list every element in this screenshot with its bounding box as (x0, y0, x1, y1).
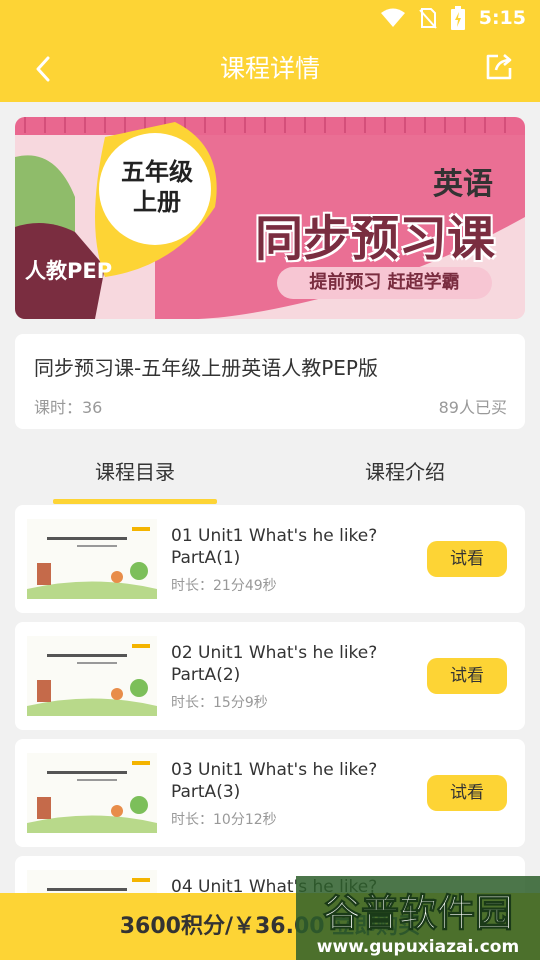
grade-line-2: 上册 (133, 188, 181, 216)
tab-indicator (53, 499, 217, 504)
share-icon (486, 54, 512, 80)
lesson-duration: 时长：10分12秒 (171, 812, 277, 828)
preview-button[interactable]: 试看 (427, 541, 507, 577)
lesson-duration: 时长：15分9秒 (171, 695, 268, 711)
tab-catalog-label: 课程目录 (95, 460, 175, 484)
status-time: 5:15 (478, 7, 526, 29)
app-bar: 课程详情 (0, 36, 540, 102)
svg-text:www.gupuxiazai.com: www.gupuxiazai.com (317, 937, 519, 957)
status-bar: 5:15 (0, 0, 540, 36)
lesson-item[interactable]: 01 Unit1 What's he like? PartA(1) 时长：21分… (15, 505, 525, 613)
edition-label: 人教PEP (25, 259, 113, 283)
wifi-icon (380, 8, 405, 27)
lesson-duration: 时长：21分49秒 (171, 578, 277, 594)
watermark-logo: 谷普软件园 www.gupuxiazai.com (296, 876, 540, 960)
tab-intro[interactable]: 课程介绍 (305, 440, 505, 504)
tab-intro-label: 课程介绍 (365, 460, 445, 484)
lesson-thumbnail (27, 636, 157, 716)
lesson-thumbnail (27, 519, 157, 599)
course-info-card: 同步预习课-五年级上册英语人教PEP版 课时：36 89人已买 (15, 334, 525, 429)
lesson-thumbnail (27, 753, 157, 833)
grade-line-1: 五年级 (121, 158, 193, 186)
preview-button[interactable]: 试看 (427, 658, 507, 694)
lesson-item[interactable]: 03 Unit1 What's he like? PartA(3) 时长：10分… (15, 739, 525, 847)
banner-main-title: 同步预习课 (254, 211, 495, 267)
battery-charging-icon (450, 6, 465, 30)
course-banner: 五年级 上册 人教PEP 英语 同步预习课 提前预习 赶超学霸 (15, 117, 525, 319)
grade-badge: 五年级 上册 (107, 157, 207, 217)
course-title: 同步预习课-五年级上册英语人教PEP版 (34, 356, 378, 380)
lesson-count: 课时：36 (34, 398, 103, 417)
lesson-title: 01 Unit1 What's he like? PartA(1) (171, 526, 378, 568)
preview-button[interactable]: 试看 (427, 775, 507, 811)
no-sim-icon (418, 8, 437, 29)
site-watermark: 谷普软件园 www.gupuxiazai.com (296, 876, 540, 960)
lesson-title: 02 Unit1 What's he like? PartA(2) (171, 643, 378, 685)
page-title: 课程详情 (219, 54, 320, 83)
banner-slogan: 提前预习 赶超学霸 (277, 267, 492, 299)
lesson-item[interactable]: 02 Unit1 What's he like? PartA(2) 时长：15分… (15, 622, 525, 730)
svg-text:谷普软件园: 谷普软件园 (323, 891, 513, 935)
buyer-count: 89人已买 (438, 398, 507, 417)
subject-label: 英语 (433, 167, 493, 202)
share-button[interactable] (484, 52, 518, 86)
lesson-title: 03 Unit1 What's he like? PartA(3) (171, 760, 378, 802)
tab-bar: 课程目录 课程介绍 (0, 440, 540, 504)
tab-catalog[interactable]: 课程目录 (35, 440, 235, 504)
